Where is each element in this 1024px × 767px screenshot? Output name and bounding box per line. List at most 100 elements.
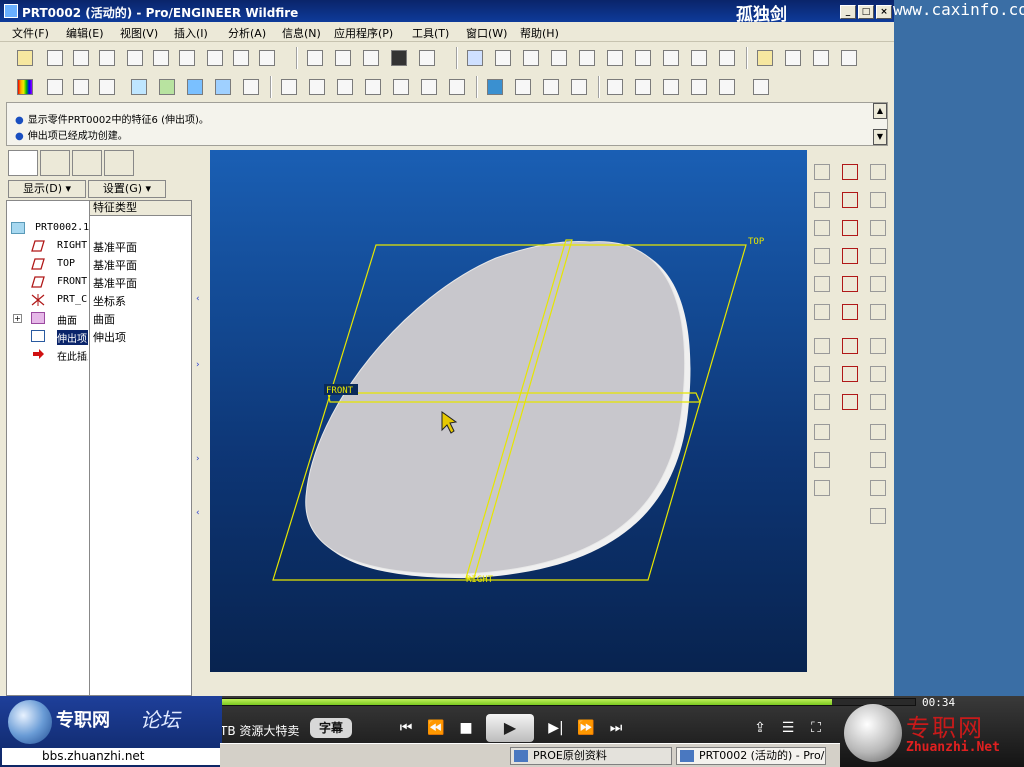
menu-window[interactable]: 窗口(W) [466, 25, 507, 41]
saved-views-icon[interactable] [660, 47, 682, 69]
close-window-icon[interactable] [716, 76, 738, 98]
analysis-feature-icon[interactable] [838, 362, 862, 386]
datum-plane-display-icon[interactable] [754, 47, 776, 69]
collapse-arrow-icon[interactable]: ‹ [196, 294, 200, 304]
measure-icon[interactable] [418, 76, 440, 98]
perspective-icon[interactable] [240, 76, 262, 98]
connections-tab-icon[interactable] [104, 150, 134, 176]
model-player-icon[interactable] [390, 76, 412, 98]
chamfer-tool-icon[interactable] [866, 244, 890, 268]
color-appearance-icon[interactable] [14, 76, 36, 98]
fill-tool-icon[interactable] [810, 420, 834, 444]
blend-tool-icon[interactable] [810, 244, 834, 268]
datum-ref-tool-icon[interactable] [838, 390, 862, 414]
menu-help[interactable]: 帮助(H) [520, 25, 559, 41]
menu-info[interactable]: 信息(N) [282, 25, 321, 41]
sketch-plane-icon[interactable] [838, 188, 862, 212]
datum-curve-tool-icon[interactable] [838, 244, 862, 268]
hidden-line-icon[interactable] [70, 76, 92, 98]
show-dropdown[interactable]: 显示(D) ▾ [8, 180, 86, 198]
expand-icon[interactable]: + [13, 314, 22, 323]
fast-forward-icon[interactable]: ⏩ [574, 720, 598, 736]
boundary-tool-icon[interactable] [810, 334, 834, 358]
tree-row[interactable]: FRONT 基准平面 [7, 273, 191, 291]
hole-tool-icon[interactable] [866, 272, 890, 296]
refit-icon[interactable] [604, 47, 626, 69]
message-scroll-down[interactable]: ▼ [873, 129, 887, 145]
menu-analysis[interactable]: 分析(A) [228, 25, 266, 41]
context-help-icon[interactable] [750, 76, 772, 98]
step-forward-icon[interactable]: ▶| [544, 720, 568, 736]
print-icon[interactable] [124, 47, 146, 69]
zoom-out-icon[interactable] [576, 47, 598, 69]
menu-insert[interactable]: 插入(I) [174, 25, 208, 41]
window-icon[interactable] [660, 76, 682, 98]
undo-icon[interactable] [304, 47, 326, 69]
feature-type-header[interactable]: 特征类型 [90, 201, 191, 216]
collapse-arrow-icon[interactable]: › [196, 360, 200, 370]
tree-row-selected[interactable]: 伸出项 伸出项 [7, 327, 191, 345]
analysis-icon[interactable] [446, 76, 468, 98]
datum-point-display-icon[interactable] [810, 47, 832, 69]
sweep-tool-icon[interactable] [810, 216, 834, 240]
extrude-tool-icon[interactable] [810, 300, 834, 324]
tree-row[interactable]: + 曲面 曲面 [7, 309, 191, 327]
cut-icon[interactable] [360, 47, 382, 69]
solidify-tool-icon[interactable] [866, 476, 890, 500]
menu-applications[interactable]: 应用程序(P) [334, 25, 393, 41]
model-tree-tab-icon[interactable] [8, 150, 38, 176]
taskbar-item[interactable]: PROE原创资料 [510, 747, 672, 765]
spin-center-icon[interactable] [492, 47, 514, 69]
play-button[interactable]: ▶ [486, 714, 534, 742]
collapse-arrow-icon[interactable]: › [196, 454, 200, 464]
wireframe-icon[interactable] [44, 76, 66, 98]
pattern-tool-icon[interactable] [866, 300, 890, 324]
part-icon[interactable] [278, 76, 300, 98]
parameters-icon[interactable] [334, 76, 356, 98]
thicken-tool-icon[interactable] [866, 448, 890, 472]
datum-point-tool-icon[interactable] [838, 300, 862, 324]
rib-tool-icon[interactable] [810, 272, 834, 296]
suppress-icon[interactable] [604, 76, 626, 98]
fullscreen-icon[interactable]: ⛶ [804, 720, 828, 736]
datum-axis-tool-icon[interactable] [838, 216, 862, 240]
open-file-icon[interactable] [70, 47, 92, 69]
tree-row[interactable]: TOP 基准平面 [7, 255, 191, 273]
minimize-button[interactable]: _ [840, 5, 856, 19]
hide-icon[interactable] [256, 47, 278, 69]
datum-axis-display-icon[interactable] [782, 47, 804, 69]
style-tool-icon[interactable] [866, 504, 890, 528]
menu-view[interactable]: 视图(V) [120, 25, 158, 41]
draft-tool-icon[interactable] [866, 216, 890, 240]
panel-splitter[interactable]: ‹ › › ‹ [193, 148, 205, 696]
intersect-tool-icon[interactable] [810, 448, 834, 472]
datum-plane-tool-icon[interactable] [838, 160, 862, 184]
paste-icon[interactable] [176, 47, 198, 69]
tree-row[interactable]: RIGHT 基准平面 [7, 237, 191, 255]
progress-bar[interactable] [220, 698, 916, 706]
taskbar-item-active[interactable]: PRT0002 (活动的) - Pro/... [676, 747, 826, 765]
warp-tool-icon[interactable] [866, 334, 890, 358]
menu-edit[interactable]: 编辑(E) [66, 25, 104, 41]
revolve-tool-icon[interactable] [810, 188, 834, 212]
select-tool-icon[interactable] [14, 47, 36, 69]
globe-view-icon[interactable] [184, 76, 206, 98]
repaint-icon[interactable] [464, 47, 486, 69]
round-tool-icon[interactable] [866, 160, 890, 184]
no-hidden-icon[interactable] [96, 76, 118, 98]
render-icon[interactable] [212, 76, 234, 98]
plane-tool-icon[interactable] [810, 160, 834, 184]
camera-icon[interactable] [512, 76, 534, 98]
search-icon[interactable] [388, 47, 410, 69]
graphics-viewport[interactable]: TOP FRONT RIGHT [210, 150, 807, 672]
orient-icon[interactable] [520, 47, 542, 69]
merge-tool-icon[interactable] [810, 390, 834, 414]
save-icon[interactable] [96, 47, 118, 69]
share-icon[interactable]: ⇪ [748, 720, 772, 736]
email-icon[interactable] [230, 47, 252, 69]
sketch-tool-icon[interactable] [838, 272, 862, 296]
offset-tool-icon[interactable] [810, 362, 834, 386]
copy-icon[interactable] [150, 47, 172, 69]
project-tool-icon[interactable] [810, 476, 834, 500]
calculator-icon[interactable] [568, 76, 590, 98]
